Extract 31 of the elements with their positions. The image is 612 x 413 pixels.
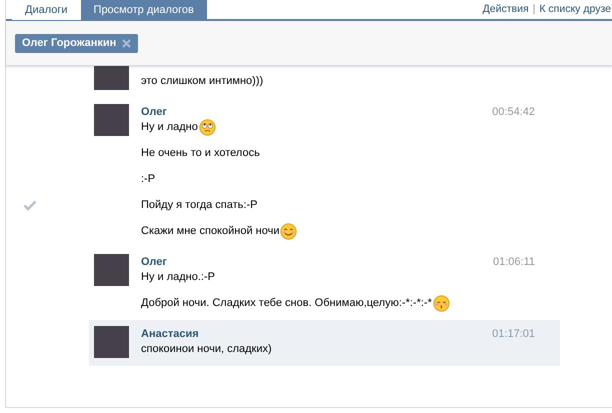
friends-list-link[interactable]: К списку друзе [539,2,611,18]
message-text: Не очень то и хотелось [141,146,260,162]
author-name[interactable]: Олег [141,104,167,119]
participant-chip[interactable]: Олег Горожанкин [15,34,138,52]
avatar-photo-placeholder [94,254,129,286]
message-text: Ну и ладно.:-P [141,270,215,286]
kissing-emoji-icon [432,295,450,312]
message-time: 01:06:11 [492,255,535,269]
message-text: спокоинои ночи, сладких) [141,342,272,358]
message-time: 00:54:42 [492,105,535,119]
message-row-highlighted[interactable]: Анастасия 01:17:01 спокоинои ночи, сладких) [89,320,560,366]
actions-link[interactable]: Действия [482,2,529,18]
avatar-photo-placeholder [94,326,129,358]
author-name[interactable]: Олег [141,254,167,269]
avatar-photo-placeholder [94,66,129,90]
tab[interactable]: Просмотр диалогов [80,0,207,20]
link-separator: | [532,2,536,17]
message-text: это слишком интимно))) [141,74,264,90]
message-text: Ну и ладно [141,120,198,136]
smiling-emoji-icon [280,223,298,240]
author-name[interactable]: Анастасия [141,326,199,341]
rolling-eyes-emoji-icon [198,119,216,136]
message-time: 01:17:01 [492,327,535,341]
message-text: Доброй ночи. Сладких тебе снов. Обнимаю,целую:-*:-*:-* [141,296,432,312]
close-icon[interactable] [122,38,132,48]
message-text: Пойду я тогда спать:-P [141,198,258,214]
avatar-photo-placeholder [94,104,129,136]
message-text: Скажи мне спокойной ночи [141,224,280,240]
participant-name: Олег Горожанкин [22,36,116,51]
message-text: :-P [141,172,156,188]
checkmark-icon[interactable] [23,200,37,211]
